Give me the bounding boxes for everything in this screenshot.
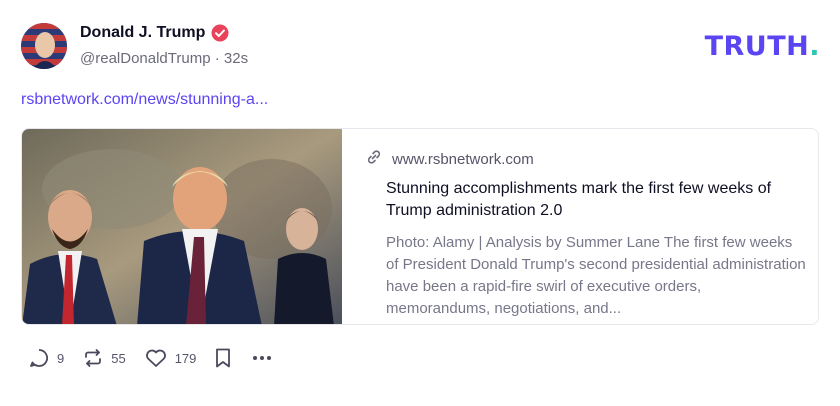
like-count: 179 (174, 350, 197, 366)
retruth-button[interactable]: 55 (82, 347, 126, 369)
retruth-count: 55 (111, 350, 126, 366)
logo-dot: . (809, 31, 820, 62)
post-timestamp[interactable]: 32s (224, 50, 248, 67)
more-icon (250, 347, 274, 369)
card-image[interactable] (22, 129, 342, 324)
display-name[interactable]: Donald J. Trump (80, 24, 205, 42)
card-body[interactable]: www.rsbnetwork.com Stunning accomplishme… (342, 129, 818, 324)
post-link[interactable]: rsbnetwork.com/news/stunning-a... (21, 91, 268, 109)
bookmark-button[interactable] (214, 347, 232, 369)
meta-separator: · (214, 50, 220, 67)
card-description: Photo: Alamy | Analysis by Summer Lane T… (386, 234, 806, 317)
more-button[interactable] (250, 347, 274, 369)
card-domain: www.rsbnetwork.com (392, 150, 534, 168)
heart-icon (144, 347, 168, 369)
avatar[interactable] (21, 23, 67, 69)
logo-text: TRUTH (704, 31, 810, 62)
reply-icon (28, 347, 50, 369)
like-button[interactable]: 179 (144, 347, 197, 369)
reply-button[interactable]: 9 (28, 347, 64, 369)
verified-badge-icon (211, 24, 229, 42)
user-handle[interactable]: @realDonaldTrump (80, 50, 211, 67)
truth-logo[interactable]: TRUTH. (705, 31, 820, 62)
link-preview-card[interactable]: www.rsbnetwork.com Stunning accomplishme… (21, 128, 819, 325)
post-actions: 9 55 179 (28, 347, 292, 369)
retruth-icon (82, 347, 104, 369)
post-meta: @realDonaldTrump · 32s (80, 50, 248, 67)
bookmark-icon (214, 347, 232, 369)
reply-count: 9 (57, 350, 65, 366)
link-icon (366, 149, 382, 169)
card-title[interactable]: Stunning accomplishments mark the first … (386, 178, 806, 222)
